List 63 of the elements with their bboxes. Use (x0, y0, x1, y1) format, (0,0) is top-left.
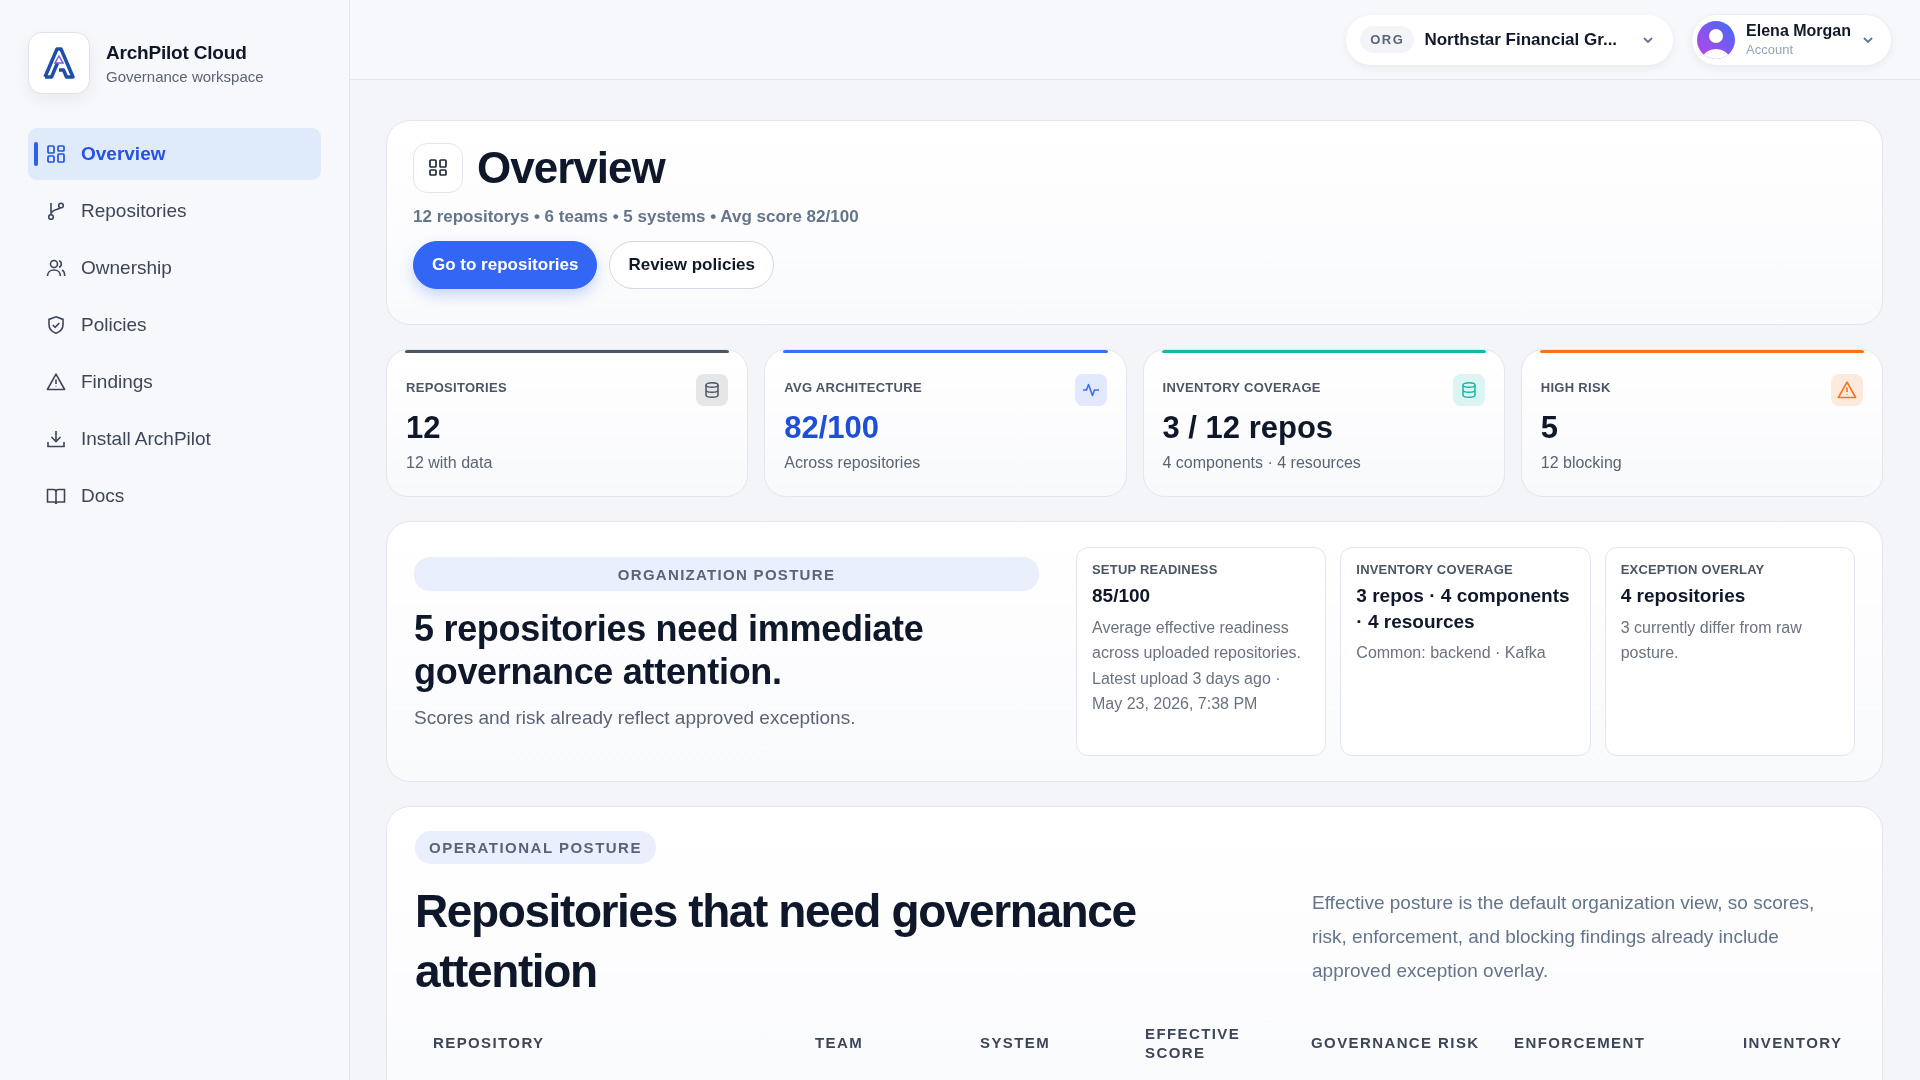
stat-value: 12 (406, 410, 442, 446)
brand-subtitle: Governance workspace (106, 67, 264, 85)
metric-label: INVENTORY COVERAGE (1356, 562, 1514, 577)
org-badge: ORG (1360, 26, 1415, 53)
book-icon (46, 486, 66, 506)
metric-value: 85/100 (1092, 584, 1152, 608)
column-header: INVENTORY (1743, 1033, 1843, 1053)
nav-item[interactable]: Overview (28, 128, 321, 180)
stat-note: 12 blocking (1540, 454, 1623, 472)
metric-value: 4 repositories (1620, 584, 1747, 608)
metric-text: Average effective readiness across uploaded repositories. Latest upload 3 days ago · May 23, 2026, 7:38 PM (1092, 617, 1302, 715)
section-description: Effective posture is the default organization view, so scores, risk, enforcement, and blocking findings already include approved exception overlay. (1312, 891, 1816, 984)
metric-text: Common: backend · Kafka (1356, 643, 1547, 664)
warning-icon (46, 372, 66, 392)
avatar-icon (1696, 19, 1737, 60)
brand-name: ArchPilot Cloud (106, 41, 248, 64)
stat-label: HIGH RISK (1540, 380, 1611, 395)
primary-button[interactable]: Go to repositories (413, 241, 598, 289)
org-selector[interactable]: ORG Northstar Financial Gr... (1346, 14, 1674, 65)
pulse-icon (1081, 381, 1100, 399)
grid-icon (46, 144, 66, 164)
stat-value: 3 / 12 repos (1162, 410, 1335, 446)
users-icon (46, 258, 66, 278)
metric-text: 3 currently differ from raw posture. (1620, 617, 1803, 664)
database-icon (1459, 381, 1478, 399)
stat-note: 4 components · 4 resources (1162, 454, 1362, 472)
column-header: EFFECTIVE SCORE (1145, 1023, 1242, 1063)
posture-headline: 5 repositories need immediate governance attention. (414, 607, 925, 694)
page-title: Overview (477, 143, 665, 193)
stat-value: 82/100 (784, 410, 881, 446)
section-tag: OPERATIONAL POSTURE (415, 831, 656, 864)
download-icon (46, 429, 66, 449)
database-icon (703, 381, 722, 399)
section-heading: Repositories that need governance attention (415, 884, 1137, 999)
stat-label: REPOSITORIES (406, 380, 507, 395)
section-tag: ORGANIZATION POSTURE (414, 557, 1039, 591)
stat-label: INVENTORY COVERAGE (1162, 380, 1321, 395)
column-header: ENFORCEMENT (1514, 1033, 1647, 1053)
stat-label: AVG ARCHITECTURE (784, 380, 922, 395)
warning-icon (1837, 380, 1857, 400)
nav-item[interactable]: Ownership (28, 242, 321, 294)
nav-item[interactable]: Findings (28, 356, 321, 408)
branch-icon (46, 201, 66, 221)
account-menu[interactable]: Elena Morgan Account (1691, 13, 1892, 66)
column-header: TEAM (815, 1033, 865, 1053)
stat-note: Across repositories (784, 454, 922, 472)
metric-label: EXCEPTION OVERLAY (1620, 562, 1766, 577)
column-header: GOVERNANCE RISK (1311, 1033, 1481, 1053)
column-header: SYSTEM (980, 1033, 1052, 1053)
page-summary: 12 repositorys • 6 teams • 5 systems • Avg score 82/100 (413, 207, 860, 227)
grid-icon (413, 143, 463, 193)
metric-label: SETUP READINESS (1092, 562, 1219, 577)
stat-value: 5 (1540, 410, 1559, 446)
metric-value: 3 repos · 4 components · 4 resources (1356, 584, 1571, 634)
column-header: REPOSITORY (433, 1033, 546, 1053)
posture-note: Scores and risk already reflect approved exceptions. (414, 707, 857, 730)
stat-note: 12 with data (406, 454, 494, 472)
shield-icon (46, 315, 66, 335)
nav-item[interactable]: Install ArchPilot (28, 413, 321, 465)
nav-item[interactable]: Repositories (28, 185, 321, 237)
nav-item[interactable]: Policies (28, 299, 321, 351)
nav-item[interactable]: Docs (28, 470, 321, 522)
secondary-button[interactable]: Review policies (609, 241, 775, 289)
